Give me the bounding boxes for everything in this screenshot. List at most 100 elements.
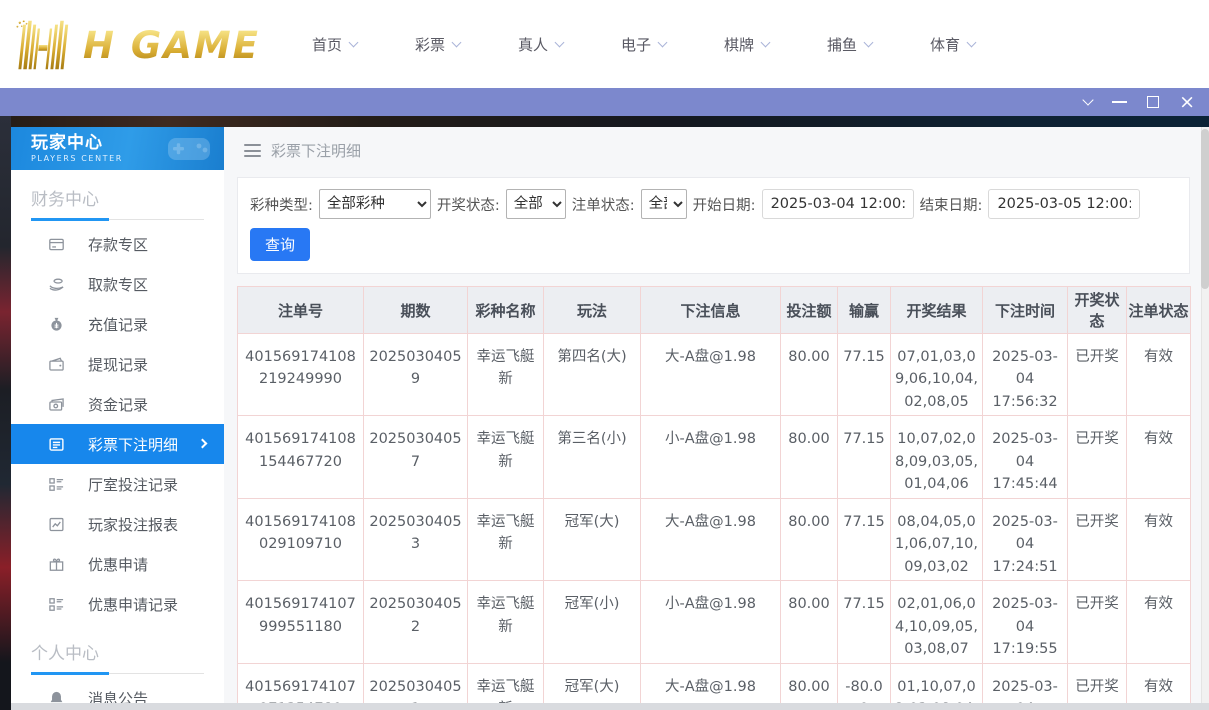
order-status-select[interactable]: 全部 <box>641 189 687 219</box>
end-date-input[interactable] <box>988 189 1140 219</box>
table-cell: 80.00 <box>781 416 838 498</box>
chevron-down-icon <box>349 37 359 47</box>
draw-status-select[interactable]: 全部 <box>506 189 566 219</box>
list-icon <box>48 436 65 453</box>
sidebar-item-label: 存款专区 <box>88 234 148 255</box>
sidebar-item-取款专区[interactable]: 取款专区 <box>11 264 224 304</box>
table-cell: 401569174108029109710 <box>238 498 364 580</box>
chevron-right-icon <box>198 439 208 449</box>
scrollbar-thumb[interactable] <box>1201 129 1209 289</box>
sidebar-item-label: 取款专区 <box>88 274 148 295</box>
chevron-down-icon <box>761 37 771 47</box>
table-cell: 小-A盘@1.98 <box>641 581 781 663</box>
wallet-icon <box>48 356 65 373</box>
sidebar-item-优惠申请记录[interactable]: 优惠申请记录 <box>11 584 224 624</box>
sidebar-item-label: 优惠申请 <box>88 554 148 575</box>
table-cell: 08,04,05,01,06,07,10,09,03,02 <box>891 498 983 580</box>
filter-row: 彩种类型: 全部彩种 开奖状态: 全部 注单状态: 全部 开始日期: 结束日期: <box>250 189 1177 219</box>
table-cell: 幸运飞艇新 <box>468 581 544 663</box>
column-header: 期数 <box>364 287 468 334</box>
start-date-input[interactable] <box>762 189 914 219</box>
sidebar-item-彩票下注明细[interactable]: 彩票下注明细 <box>11 424 224 464</box>
column-header: 注单状态 <box>1127 287 1191 334</box>
menu-icon[interactable] <box>244 144 261 157</box>
records-icon <box>48 596 65 613</box>
report-icon <box>48 516 65 533</box>
nav-item-体育[interactable]: 体育 <box>930 34 975 55</box>
minimize-icon[interactable] <box>1112 101 1127 103</box>
table-cell: 大-A盘@1.98 <box>641 663 781 703</box>
sidebar-item-存款专区[interactable]: 存款专区 <box>11 224 224 264</box>
maximize-icon[interactable] <box>1147 96 1159 108</box>
sidebar-item-玩家投注报表[interactable]: 玩家投注报表 <box>11 504 224 544</box>
table-row: 40156917410815446772020250304057幸运飞艇新第三名… <box>238 416 1191 498</box>
table-cell: 20250304051 <box>364 663 468 703</box>
nav-item-彩票[interactable]: 彩票 <box>415 34 460 55</box>
table-cell: 401569174108154467720 <box>238 416 364 498</box>
window-titlebar: × <box>0 88 1209 116</box>
logo-text: H GAME <box>83 27 260 70</box>
table-cell: 2025-03-04 17:56:32 <box>983 334 1068 416</box>
table-cell: 401569174108219249990 <box>238 334 364 416</box>
table-cell: 已开奖 <box>1068 498 1127 580</box>
scrollbar[interactable] <box>1201 127 1209 703</box>
table-row: 40156917410797135478020250304051幸运飞艇新冠军(… <box>238 663 1191 703</box>
table-cell: 有效 <box>1127 498 1191 580</box>
nav-item-棋牌[interactable]: 棋牌 <box>724 34 769 55</box>
brand-logo[interactable]: H GAME <box>14 18 260 70</box>
table-cell: 已开奖 <box>1068 663 1127 703</box>
table-cell: 07,01,03,09,06,10,04,02,08,05 <box>891 334 983 416</box>
nav-item-label: 首页 <box>312 34 342 55</box>
window-bottom-edge <box>11 703 1209 710</box>
chevron-down-icon <box>864 37 874 47</box>
sidebar-item-充值记录[interactable]: 充值记录 <box>11 304 224 344</box>
table-cell: 2025-03-04 17:19:55 <box>983 581 1068 663</box>
hand-coin-icon <box>48 276 65 293</box>
nav-item-捕鱼[interactable]: 捕鱼 <box>827 34 872 55</box>
table-cell: 幸运飞艇新 <box>468 416 544 498</box>
lottery-type-label: 彩种类型: <box>250 194 313 215</box>
order-status-label: 注单状态: <box>572 194 635 215</box>
table-cell: 01,10,07,02,03,08,04,05,06,09 <box>891 663 983 703</box>
search-button[interactable]: 查询 <box>250 228 310 261</box>
nav-item-电子[interactable]: 电子 <box>621 34 666 55</box>
sidebar-section-title: 个人中心 <box>11 624 224 673</box>
chevron-down-icon[interactable] <box>1082 94 1093 105</box>
sidebar-item-厅室投注记录[interactable]: 厅室投注记录 <box>11 464 224 504</box>
table-header-row: 注单号期数彩种名称玩法下注信息投注额输赢开奖结果下注时间开奖状态注单状态 <box>238 287 1191 334</box>
close-icon[interactable]: × <box>1179 95 1195 109</box>
table-row: 40156917410802910971020250304053幸运飞艇新冠军(… <box>238 498 1191 580</box>
column-header: 开奖状态 <box>1068 287 1127 334</box>
table-cell: 有效 <box>1127 334 1191 416</box>
page-title: 彩票下注明细 <box>271 140 361 161</box>
sidebar-item-label: 玩家投注报表 <box>88 514 178 535</box>
table-cell: 2025-03-04 17:15:13 <box>983 663 1068 703</box>
table-cell: 77.15 <box>838 498 891 580</box>
table-cell: 77.15 <box>838 334 891 416</box>
records-icon <box>48 476 65 493</box>
main-nav: 首页 彩票 真人 电子 棋牌 捕鱼 体育 <box>312 34 975 55</box>
main-content: 彩票下注明细 彩种类型: 全部彩种 开奖状态: 全部 注单状态: 全部 开始日期… <box>224 127 1209 703</box>
nav-item-label: 捕鱼 <box>827 34 857 55</box>
filter-actions: 查询 <box>250 228 1177 261</box>
table-cell: 2025-03-04 17:45:44 <box>983 416 1068 498</box>
sidebar-item-提现记录[interactable]: 提现记录 <box>11 344 224 384</box>
column-header: 玩法 <box>544 287 641 334</box>
sidebar-item-消息公告[interactable]: 消息公告 <box>11 678 224 703</box>
sidebar-item-资金记录[interactable]: 资金记录 <box>11 384 224 424</box>
start-date-label: 开始日期: <box>693 194 756 215</box>
table-cell: -80.00 <box>838 663 891 703</box>
table-cell: 已开奖 <box>1068 334 1127 416</box>
site-header: H GAME 首页 彩票 真人 电子 棋牌 捕鱼 体育 <box>0 0 1209 88</box>
moneybag-icon <box>48 316 65 333</box>
sidebar-item-优惠申请[interactable]: 优惠申请 <box>11 544 224 584</box>
nav-item-label: 棋牌 <box>724 34 754 55</box>
background-strip <box>0 116 11 710</box>
lottery-type-select[interactable]: 全部彩种 <box>319 189 431 219</box>
nav-item-首页[interactable]: 首页 <box>312 34 357 55</box>
nav-item-真人[interactable]: 真人 <box>518 34 563 55</box>
table-cell: 20250304052 <box>364 581 468 663</box>
table-cell: 有效 <box>1127 581 1191 663</box>
sidebar-subtitle: PLAYERS CENTER <box>31 154 123 163</box>
table-cell: 第三名(小) <box>544 416 641 498</box>
